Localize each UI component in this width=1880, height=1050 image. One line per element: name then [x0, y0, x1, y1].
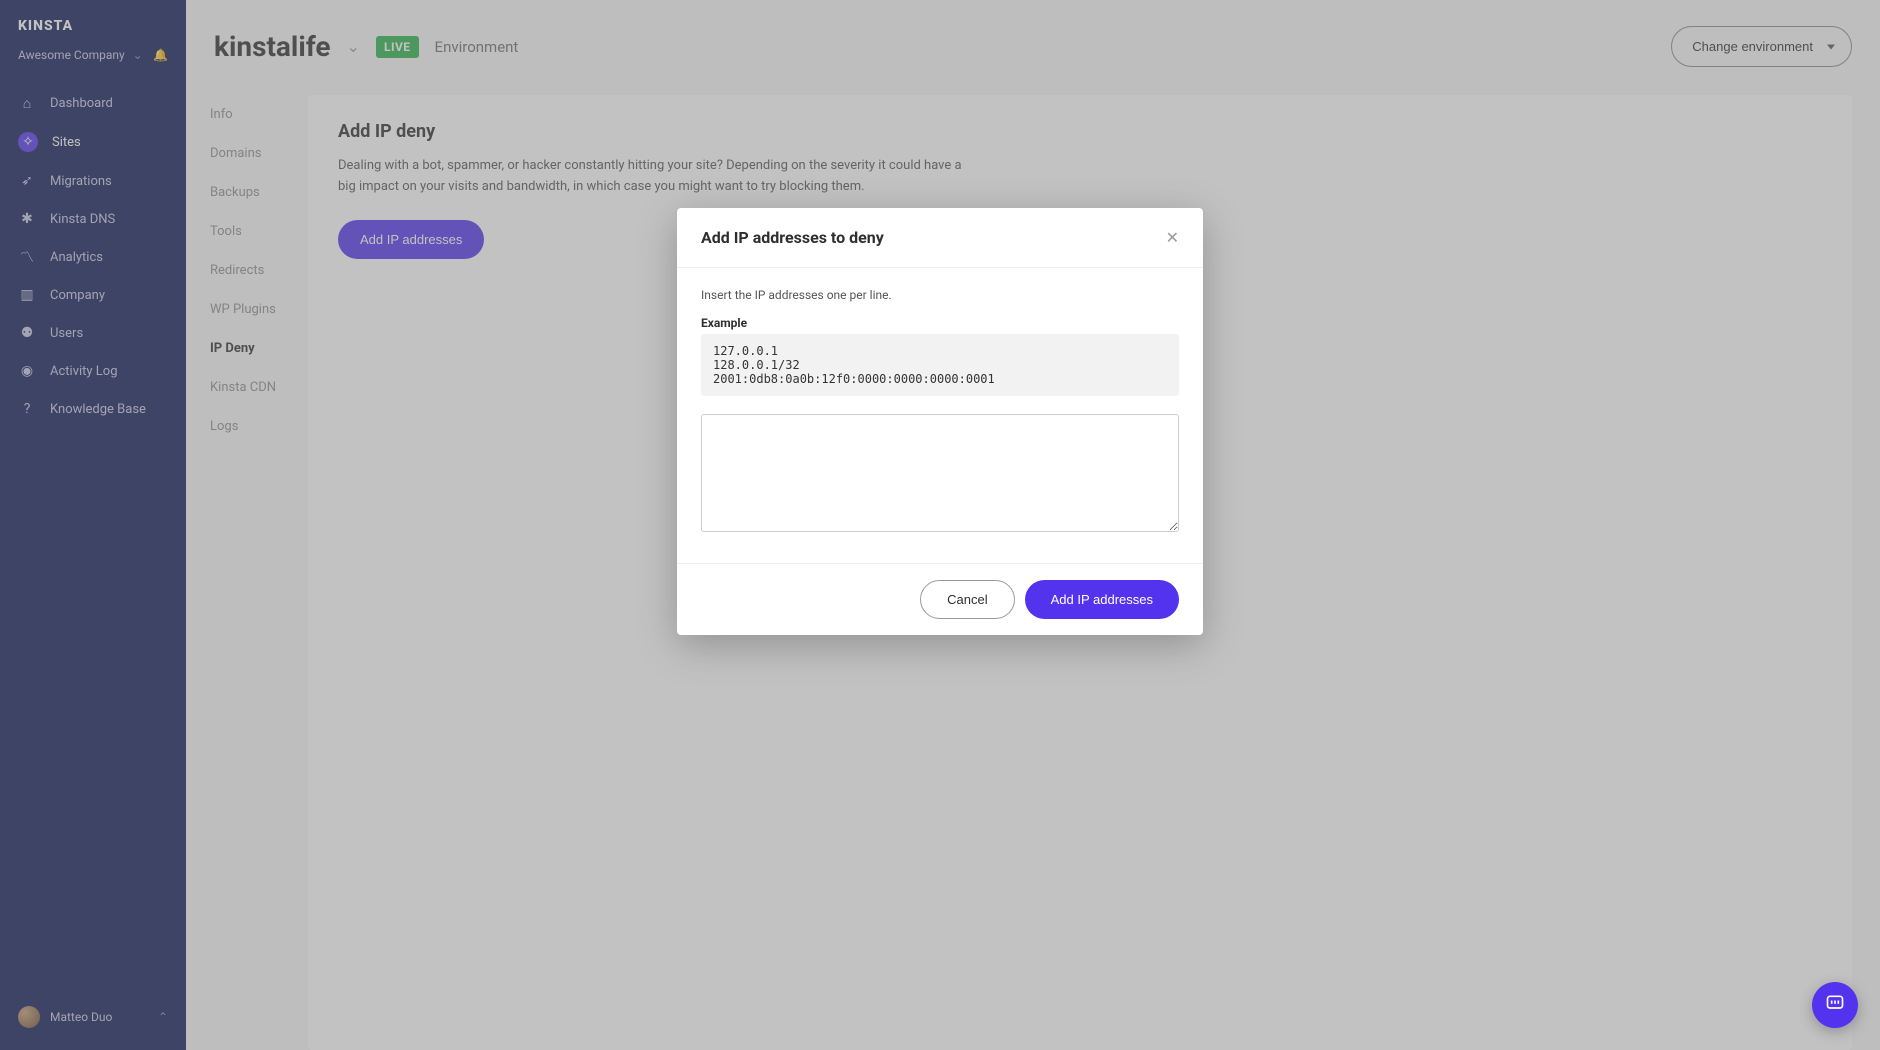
example-label: Example: [701, 316, 1179, 330]
ip-textarea[interactable]: [701, 414, 1179, 532]
modal-hint: Insert the IP addresses one per line.: [701, 288, 1179, 302]
chat-launcher[interactable]: [1812, 982, 1858, 1028]
cancel-button[interactable]: Cancel: [920, 580, 1014, 619]
confirm-add-ip-button[interactable]: Add IP addresses: [1025, 580, 1179, 619]
example-box: 127.0.0.1 128.0.0.1/32 2001:0db8:0a0b:12…: [701, 334, 1179, 396]
modal-body: Insert the IP addresses one per line. Ex…: [677, 268, 1203, 563]
modal-footer: Cancel Add IP addresses: [677, 563, 1203, 635]
modal-overlay: Add IP addresses to deny ✕ Insert the IP…: [0, 0, 1880, 1050]
modal-title: Add IP addresses to deny: [701, 228, 884, 247]
close-icon[interactable]: ✕: [1166, 228, 1179, 247]
add-ip-modal: Add IP addresses to deny ✕ Insert the IP…: [677, 208, 1203, 635]
modal-header: Add IP addresses to deny ✕: [677, 208, 1203, 268]
chat-icon: [1825, 993, 1845, 1017]
